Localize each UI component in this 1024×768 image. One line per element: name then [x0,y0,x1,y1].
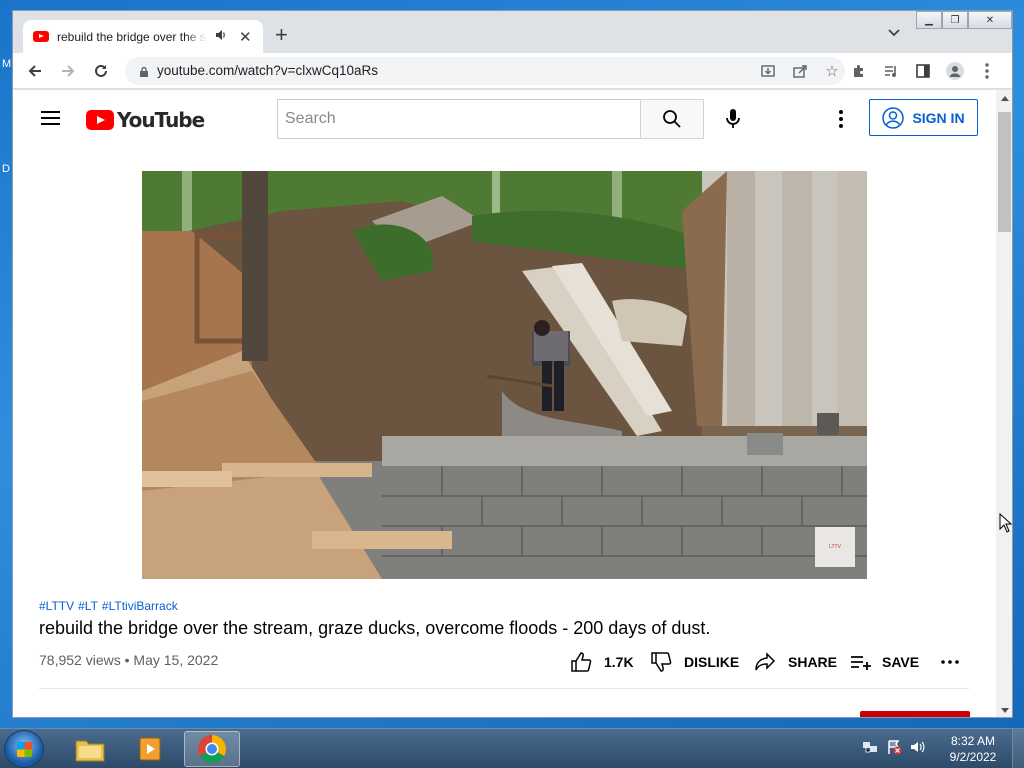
search-button[interactable] [640,99,704,139]
address-bar[interactable]: youtube.com/watch?v=clxwCq10aRs ☆ [125,57,845,85]
video-player[interactable]: LTTV [142,171,867,579]
close-tab-icon[interactable]: ✕ [239,28,252,46]
bookmark-star-icon[interactable]: ☆ [823,62,841,80]
video-frame-image [142,171,867,579]
tab-strip: rebuild the bridge over the stream, graz… [13,11,1012,53]
minimize-button[interactable]: ▁ [916,11,942,29]
scroll-thumb[interactable] [998,112,1011,232]
page-scrollbar[interactable] [996,90,1012,717]
channel-watermark[interactable]: LTTV [815,527,855,567]
start-button[interactable] [4,730,44,768]
playlist-add-icon [851,656,871,670]
desktop-icon-label-d: D [2,163,10,175]
save-button[interactable]: SAVE [850,651,919,673]
share-button[interactable]: SHARE [754,651,837,673]
youtube-logo[interactable]: YouTube [86,108,205,132]
search-icon [663,110,681,128]
action-center-flag-icon[interactable] [886,739,902,755]
thumbs-down-icon [651,652,672,672]
install-app-icon[interactable] [759,62,777,80]
network-icon[interactable] [862,739,878,755]
share-label: SHARE [788,654,838,670]
more-actions-icon[interactable] [941,651,959,673]
show-desktop-button[interactable] [1012,729,1024,768]
microphone-icon [726,109,740,128]
clock-time: 8:32 AM [950,734,996,748]
thumbs-up-icon [571,652,592,672]
account-circle-icon [882,106,905,129]
settings-more-icon[interactable] [831,108,851,130]
maximize-button[interactable]: ❐ [942,11,968,29]
taskbar-chrome[interactable] [184,731,240,767]
search-placeholder: Search [285,110,336,127]
sign-in-button[interactable]: SIGN IN [869,99,978,136]
forward-icon[interactable] [58,61,78,81]
lock-icon[interactable] [139,65,149,77]
hashtag-link[interactable]: #LTTV [39,599,74,613]
youtube-page: YouTube Search SIGN IN LTTV #LTTV #LT #L… [13,90,996,717]
dislike-button[interactable]: DISLIKE [650,651,739,673]
browser-menu-icon[interactable] [977,61,997,81]
taskbar-clock[interactable]: 8:32 AM 9/2/2022 [940,733,1006,765]
close-window-button[interactable]: ✕ [968,11,1012,29]
youtube-play-logo-icon [86,110,114,130]
new-tab-button[interactable]: + [275,24,288,46]
like-button[interactable]: 1.7K [570,651,634,673]
subscribe-button[interactable] [860,711,970,717]
mouse-cursor-icon [999,512,1013,538]
hashtag-list: #LTTV #LT #LTtiviBarrack [39,599,178,613]
media-player-icon [139,737,161,761]
back-icon[interactable] [25,61,45,81]
url-text[interactable]: youtube.com/watch?v=clxwCq10aRs [157,63,378,78]
share-arrow-icon [755,652,776,671]
hashtag-link[interactable]: #LT [78,599,98,613]
hashtag-link[interactable]: #LTtiviBarrack [102,599,178,613]
tab-title: rebuild the bridge over the stream, graz… [57,29,207,44]
taskbar-media-player[interactable] [122,731,178,767]
save-label: SAVE [882,654,920,670]
volume-icon[interactable] [910,739,926,755]
browser-window: rebuild the bridge over the stream, graz… [12,10,1013,718]
sign-in-label: SIGN IN [912,109,965,126]
reload-icon[interactable] [91,61,111,81]
youtube-header: YouTube Search SIGN IN [13,90,996,148]
tab-search-chevron-icon[interactable] [887,25,901,39]
voice-search-button[interactable] [713,99,753,139]
extensions-icon[interactable] [849,61,869,81]
video-title: rebuild the bridge over the stream, graz… [39,618,711,638]
windows-taskbar: 8:32 AM 9/2/2022 [0,728,1024,768]
clock-date: 9/2/2022 [949,750,997,764]
guide-menu-icon[interactable] [41,111,60,125]
media-control-icon[interactable] [881,61,901,81]
video-meta: 78,952 views • May 15, 2022 [39,652,218,668]
meta-separator: • [124,652,130,668]
taskbar-explorer[interactable] [62,731,118,767]
browser-toolbar: youtube.com/watch?v=clxwCq10aRs ☆ [13,53,1012,89]
system-tray [862,739,926,755]
scroll-down-arrow-icon[interactable] [1001,708,1009,713]
chrome-icon [198,735,226,763]
folder-icon [75,740,105,762]
scroll-up-arrow-icon[interactable] [1001,96,1009,101]
browser-tab[interactable]: rebuild the bridge over the stream, graz… [23,20,263,53]
search-input[interactable]: Search [277,99,641,139]
section-divider [39,688,969,689]
desktop-icon-label-m: M [2,58,12,70]
youtube-logo-text: YouTube [117,108,205,132]
like-count: 1.7K [604,654,634,670]
speaker-icon[interactable] [215,29,227,44]
view-count: 78,952 views [39,652,121,668]
profile-avatar-icon[interactable] [945,61,965,81]
upload-date: May 15, 2022 [133,652,219,668]
youtube-favicon-icon [33,31,49,42]
side-panel-icon[interactable] [913,61,933,81]
dislike-label: DISLIKE [684,654,740,670]
share-page-icon[interactable] [791,62,809,80]
